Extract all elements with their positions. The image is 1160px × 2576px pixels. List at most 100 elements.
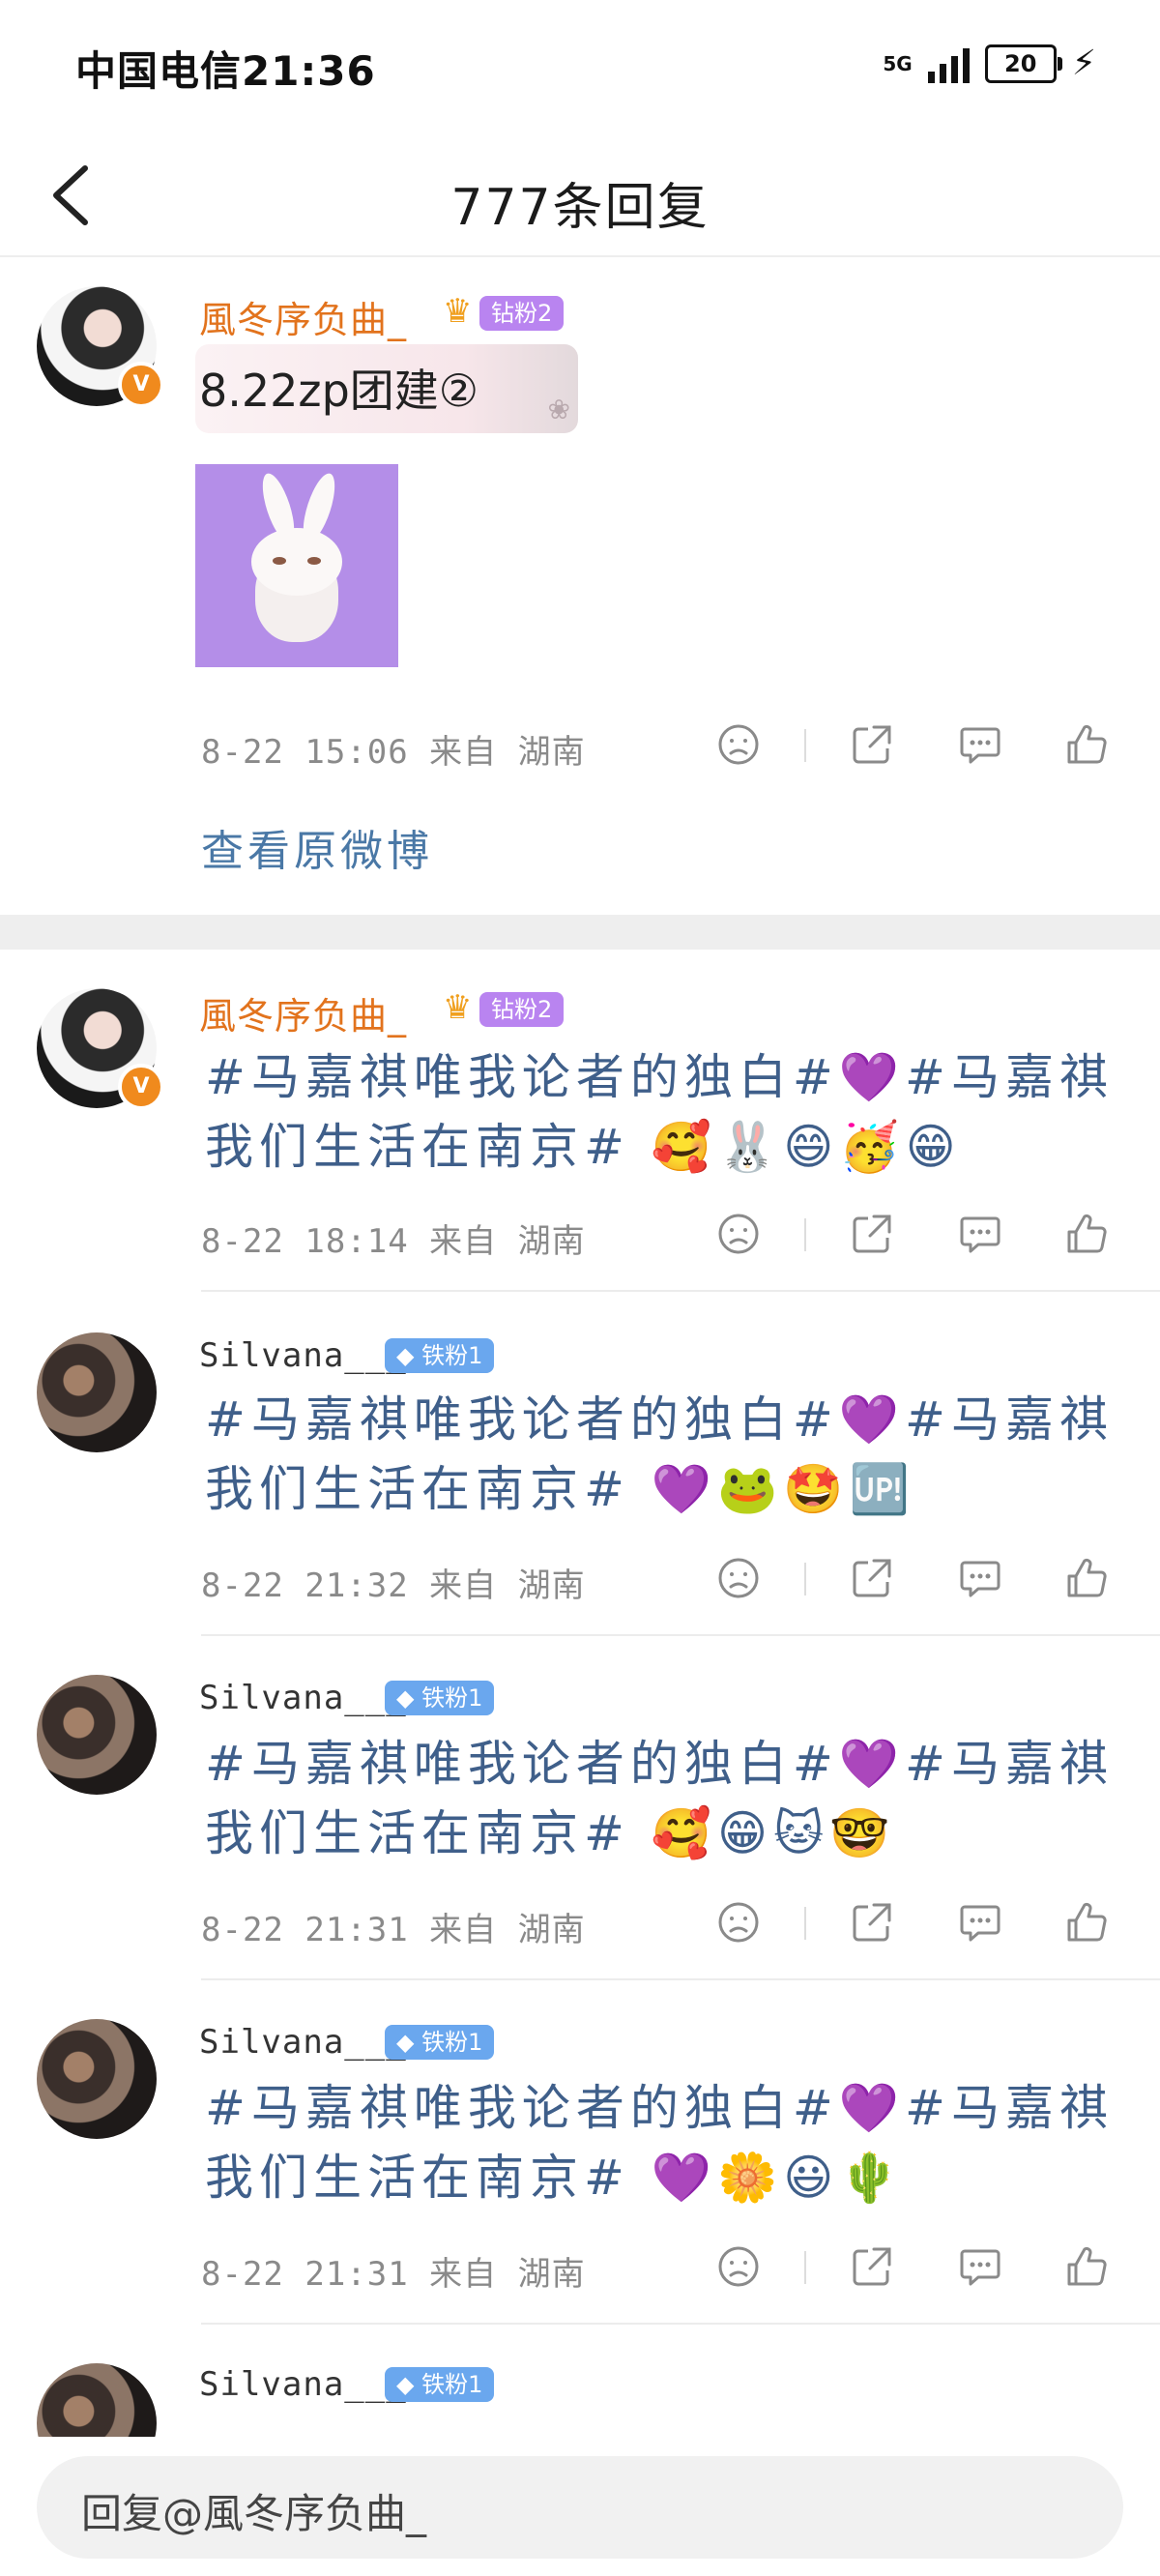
like-icon (1067, 2246, 1107, 2286)
fan-badge-label: 铁粉1 (421, 2029, 483, 2056)
fan-badge-label: 铁粉1 (421, 1684, 483, 1712)
divider (804, 2251, 806, 2284)
comment-icon (960, 1216, 1000, 1253)
comment-icon (960, 1561, 1000, 1597)
fan-badge[interactable]: ◆ 铁粉1 (385, 1681, 495, 1715)
reply-bar: 回复@風冬序负曲_ (0, 2437, 1160, 2576)
page-title: 777条回复 (450, 179, 710, 237)
post-meta: 8-22 15:06 来自 湖南 (0, 716, 1160, 774)
charging-icon: ⚡ (1071, 44, 1096, 83)
share-button[interactable] (849, 1899, 895, 1946)
status-bar: 中国电信21:36 5G 20 ⚡ (0, 0, 1160, 135)
comment-button[interactable] (957, 2243, 1003, 2290)
like-button[interactable] (1063, 721, 1110, 768)
reply-input-box[interactable]: 回复@風冬序负曲_ (37, 2456, 1123, 2559)
view-original-link[interactable]: 查看原微博 (201, 816, 433, 878)
timestamp-location: 8-22 15:06 来自 湖南 (201, 733, 586, 772)
dislike-button[interactable] (715, 1555, 762, 1601)
share-button[interactable] (849, 1211, 895, 1257)
share-button[interactable] (849, 2243, 895, 2290)
username[interactable]: Silvana___ (199, 2023, 407, 2062)
share-button[interactable] (849, 1555, 895, 1601)
diamond-icon: ◆ (396, 1684, 415, 1712)
fan-badge[interactable]: 钻粉2 (479, 992, 565, 1027)
comment-icon (960, 1905, 1000, 1942)
avatar[interactable] (37, 1675, 157, 1795)
timestamp-location: 8-22 21:31 来自 湖南 (201, 2255, 586, 2294)
fan-badge[interactable]: ◆ 铁粉1 (385, 1338, 495, 1373)
avatar[interactable] (37, 2019, 157, 2139)
comment-icon (960, 727, 1000, 764)
divider (804, 1218, 806, 1251)
section-separator (0, 915, 1160, 950)
sad-face-icon (718, 2246, 759, 2287)
divider (201, 1978, 1160, 1980)
username[interactable]: Silvana___ (199, 1336, 407, 1375)
like-icon (1067, 1558, 1107, 1597)
fan-badge[interactable]: ◆ 铁粉1 (385, 2025, 495, 2060)
diamond-icon: ◆ (396, 2371, 415, 2398)
post-text: 8.22zp团建② (199, 365, 479, 417)
like-button[interactable] (1063, 2243, 1110, 2290)
signal-icon (927, 44, 970, 83)
verified-icon: V (118, 1064, 164, 1110)
fan-badge[interactable]: 钻粉2 (479, 296, 565, 331)
share-button[interactable] (849, 721, 895, 768)
reply-meta: 8-22 21:31 来自 湖南 (0, 1893, 1160, 1951)
reply-text: #马嘉祺唯我论者的独白#💜#马嘉祺我们生活在南京# 💜🌼😃🌵 (205, 2080, 1114, 2206)
share-icon (853, 1215, 891, 1253)
dislike-button[interactable] (715, 1211, 762, 1257)
like-icon (1067, 724, 1107, 764)
reply-meta: 8-22 21:32 来自 湖南 (0, 1549, 1160, 1607)
divider (804, 1907, 806, 1940)
battery-level: 20 (984, 44, 1062, 83)
share-icon (853, 1903, 891, 1942)
carrier-time: 中国电信21:36 (75, 47, 376, 95)
username[interactable]: Silvana___ (199, 1679, 407, 1717)
avatar[interactable] (37, 1332, 157, 1452)
divider (804, 1563, 806, 1595)
nav-bar: 777条回复 (0, 135, 1160, 257)
divider (804, 729, 806, 762)
like-button[interactable] (1063, 1211, 1110, 1257)
share-icon (853, 1559, 891, 1597)
dislike-button[interactable] (715, 721, 762, 768)
dislike-button[interactable] (715, 1899, 762, 1946)
reply-meta: 8-22 18:14 来自 湖南 (0, 1205, 1160, 1263)
comment-button[interactable] (957, 1211, 1003, 1257)
comment-button[interactable] (957, 1899, 1003, 1946)
like-icon (1067, 1902, 1107, 1942)
fan-badge[interactable]: ◆ 铁粉1 (385, 2367, 495, 2402)
timestamp-location: 8-22 21:32 来自 湖南 (201, 1566, 586, 1605)
sad-face-icon (718, 1558, 759, 1598)
username[interactable]: Silvana___ (199, 2365, 407, 2404)
like-button[interactable] (1063, 1555, 1110, 1601)
divider (201, 1290, 1160, 1292)
diamond-icon: ◆ (396, 2029, 415, 2056)
comment-button[interactable] (957, 1555, 1003, 1601)
dislike-button[interactable] (715, 2243, 762, 2290)
sad-face-icon (718, 724, 759, 765)
divider (201, 2323, 1160, 2325)
username[interactable]: 風冬序负曲_ (199, 290, 407, 343)
timestamp-location: 8-22 21:31 来自 湖南 (201, 1911, 586, 1949)
comment-button[interactable] (957, 721, 1003, 768)
like-button[interactable] (1063, 1899, 1110, 1946)
timestamp-location: 8-22 18:14 来自 湖南 (201, 1222, 586, 1261)
verified-icon: V (118, 362, 164, 408)
network-type: 5G (883, 52, 913, 75)
post-bubble: 8.22zp团建② ❀ (195, 344, 578, 433)
reply-meta: 8-22 21:31 来自 湖南 (0, 2238, 1160, 2296)
reply-text: #马嘉祺唯我论者的独白#💜#马嘉祺我们生活在南京# 🥰🐰😄🥳😁 (205, 1049, 1114, 1175)
status-icons: 5G 20 ⚡ (883, 44, 1096, 83)
sad-face-icon (718, 1214, 759, 1254)
diamond-icon: ◆ (396, 1342, 415, 1369)
sad-face-icon (718, 1902, 759, 1943)
sticker-image[interactable] (195, 464, 398, 667)
reply-text: #马嘉祺唯我论者的独白#💜#马嘉祺我们生活在南京# 💜🐸🤩🆙 (205, 1391, 1114, 1517)
like-icon (1067, 1214, 1107, 1253)
share-icon (853, 2247, 891, 2286)
username[interactable]: 風冬序负曲_ (199, 986, 407, 1039)
share-icon (853, 725, 891, 764)
reply-input[interactable]: 回复@風冬序负曲_ (81, 2481, 426, 2540)
